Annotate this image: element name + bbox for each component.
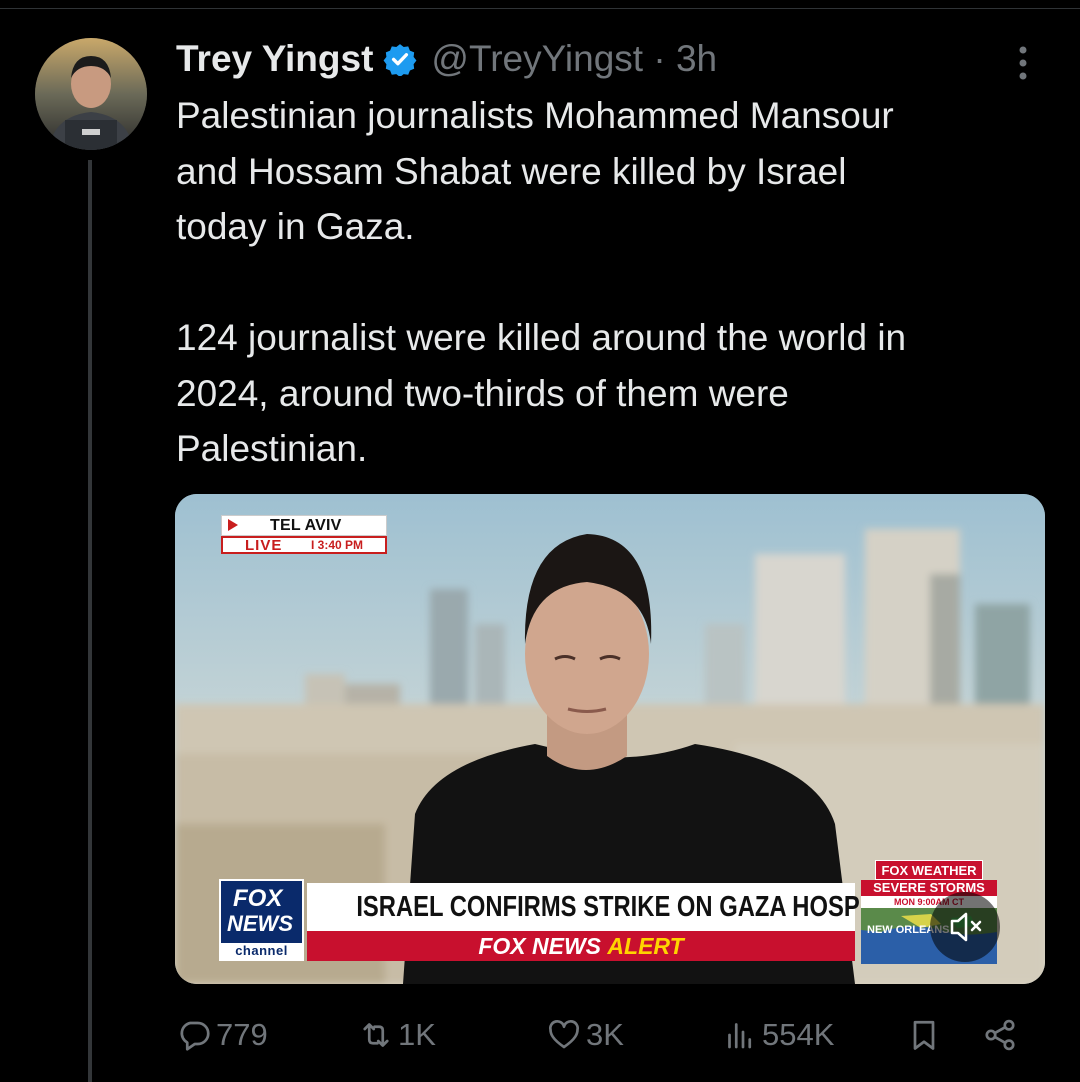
repost-button[interactable]: 1K: [358, 1012, 436, 1058]
reply-icon: [180, 1021, 210, 1051]
reply-count: 779: [216, 1017, 268, 1052]
bookmark-icon: [913, 1020, 935, 1050]
news-headline: ISRAEL CONFIRMS STRIKE ON GAZA HOSPITAL: [307, 883, 911, 931]
reply-button[interactable]: 779: [176, 1012, 268, 1058]
top-divider: [0, 8, 1080, 9]
repost-icon: [363, 1023, 389, 1047]
like-count: 3K: [586, 1017, 624, 1052]
like-button[interactable]: 3K: [546, 1012, 624, 1058]
tweet-actions: 779 1K 3K 554K: [176, 1012, 1056, 1058]
location-city: TEL AVIV: [270, 517, 342, 534]
video-player[interactable]: TEL AVIV LIVE I 3:40 PM FOX NEWS channel…: [175, 494, 1045, 984]
mute-button[interactable]: [930, 892, 1000, 962]
play-arrow-icon: [228, 519, 238, 531]
tweet-header: Trey Yingst @TreyYingst · 3h: [176, 36, 717, 82]
verified-badge-icon: [383, 44, 417, 76]
live-label: LIVE: [245, 537, 283, 554]
bookmark-button[interactable]: [906, 1012, 946, 1058]
views-button[interactable]: 554K: [722, 1012, 834, 1058]
author-name[interactable]: Trey Yingst: [176, 38, 373, 80]
mute-icon: [950, 912, 982, 942]
author-handle-time[interactable]: @TreyYingst · 3h: [431, 38, 717, 80]
tweet-text: Palestinian journalists Mohammed Mansour…: [176, 95, 907, 469]
thread-line: [88, 160, 92, 1082]
like-icon: [549, 1020, 579, 1049]
location-tag: TEL AVIV LIVE I 3:40 PM: [221, 515, 387, 555]
news-lower-third: FOX NEWS channel ISRAEL CONFIRMS STRIKE …: [219, 879, 911, 961]
share-button[interactable]: [982, 1012, 1022, 1058]
more-options-icon[interactable]: [1008, 40, 1038, 86]
weather-brand: FOX WEATHER: [875, 860, 983, 880]
views-icon: [728, 1023, 752, 1049]
live-time: I 3:40 PM: [311, 538, 364, 552]
repost-count: 1K: [398, 1017, 436, 1052]
news-alert-bar: FOX NEWS ALERT: [307, 931, 855, 961]
fox-news-logo: FOX NEWS channel: [219, 879, 304, 961]
share-icon: [985, 1019, 1015, 1051]
views-count: 554K: [762, 1017, 835, 1052]
author-avatar[interactable]: [35, 38, 147, 150]
